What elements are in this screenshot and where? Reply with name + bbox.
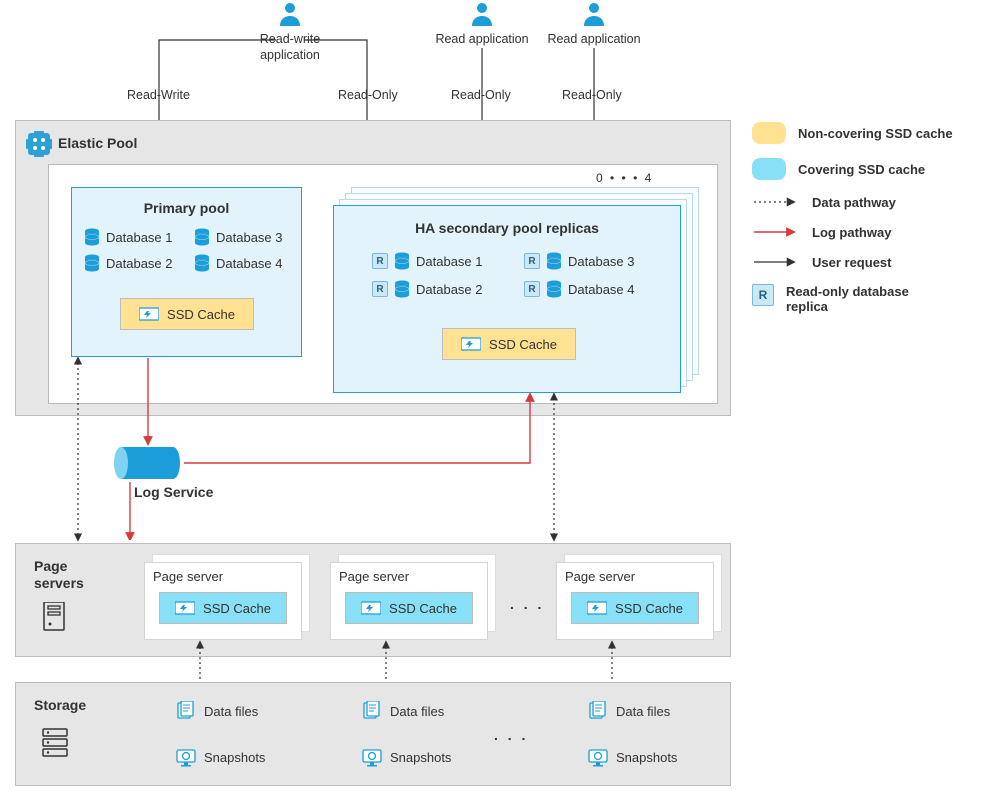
db-replica-item: RDatabase 4	[524, 280, 635, 298]
legend-data-pathway: Data pathway	[752, 194, 972, 210]
page-server-label: Page server	[557, 563, 713, 584]
ellipsis: . . .	[510, 596, 544, 612]
snapshots-item: Snapshots	[362, 747, 451, 767]
snapshots-item: Snapshots	[176, 747, 265, 767]
database-icon	[84, 228, 100, 246]
legend-ro-replica: R Read-only database replica	[752, 284, 972, 314]
primary-pool-title: Primary pool	[72, 200, 301, 216]
snapshot-icon	[176, 747, 196, 767]
ssd-cache-cov: SSD Cache	[345, 592, 473, 624]
user-icon	[276, 0, 304, 28]
db-item: Database 2	[84, 254, 173, 272]
data-files-item: Data files	[176, 701, 258, 721]
page-server-card: Page server SSD Cache	[144, 562, 302, 640]
mode-ro-2: Read-Only	[562, 88, 622, 102]
legend-noncov: Non-covering SSD cache	[752, 122, 972, 144]
storage-icon	[42, 727, 68, 757]
r-badge: R	[752, 284, 774, 306]
user-r1-label: Read application	[432, 32, 532, 48]
database-icon	[394, 280, 410, 298]
log-service-icon	[113, 446, 181, 480]
storage-title: Storage	[34, 697, 86, 713]
db-replica-item: RDatabase 2	[372, 280, 483, 298]
page-server-label: Page server	[331, 563, 487, 584]
cache-icon	[139, 306, 159, 322]
elastic-inner: Primary pool Database 1 Database 2 Datab…	[48, 164, 718, 404]
primary-pool: Primary pool Database 1 Database 2 Datab…	[71, 187, 302, 357]
elastic-pool-icon	[26, 131, 52, 157]
legend-user-request: User request	[752, 254, 972, 270]
user-r2-label: Read application	[544, 32, 644, 48]
page-servers-title: Page servers	[34, 558, 104, 592]
db-replica-item: RDatabase 3	[524, 252, 635, 270]
database-icon	[546, 252, 562, 270]
arrow-dotted-icon	[752, 194, 800, 210]
storage-panel: Storage Data files Snapshots Data files …	[15, 682, 731, 786]
page-server-card: Page server SSD Cache	[556, 562, 714, 640]
legend-cov: Covering SSD cache	[752, 158, 972, 180]
swatch-cov	[752, 158, 786, 180]
data-files-item: Data files	[362, 701, 444, 721]
secondary-pool: HA secondary pool replicas RDatabase 1 R…	[333, 205, 681, 393]
elastic-pool-title: Elastic Pool	[58, 135, 137, 151]
r-badge: R	[524, 281, 540, 297]
snapshots-item: Snapshots	[588, 747, 677, 767]
cache-icon	[361, 600, 381, 616]
swatch-noncov	[752, 122, 786, 144]
database-icon	[546, 280, 562, 298]
r-badge: R	[372, 281, 388, 297]
user-icon	[468, 0, 496, 28]
server-icon	[42, 602, 68, 632]
mode-rw: Read-Write	[127, 88, 190, 102]
ssd-cache-secondary: SSD Cache	[442, 328, 576, 360]
database-icon	[194, 254, 210, 272]
mode-ro-1: Read-Only	[451, 88, 511, 102]
database-icon	[394, 252, 410, 270]
arrow-solid-icon	[752, 254, 800, 270]
file-icon	[588, 701, 608, 721]
database-icon	[84, 254, 100, 272]
secondary-pool-title: HA secondary pool replicas	[334, 220, 680, 236]
mode-ro-from-rw: Read-Only	[338, 88, 398, 102]
ssd-cache-cov: SSD Cache	[159, 592, 287, 624]
cache-icon	[461, 336, 481, 352]
r-badge: R	[524, 253, 540, 269]
replica-range: 0 • • • 4	[596, 171, 676, 185]
page-servers-panel: Page servers Page server SSD Cache Page …	[15, 543, 731, 657]
cache-icon	[587, 600, 607, 616]
legend-log-pathway: Log pathway	[752, 224, 972, 240]
db-item: Database 3	[194, 228, 283, 246]
db-replica-item: RDatabase 1	[372, 252, 483, 270]
snapshot-icon	[588, 747, 608, 767]
legend: Non-covering SSD cache Covering SSD cach…	[752, 122, 972, 314]
user-icon	[580, 0, 608, 28]
log-service-label: Log Service	[134, 484, 213, 500]
ssd-cache-cov: SSD Cache	[571, 592, 699, 624]
elastic-pool-panel: Elastic Pool Primary pool Database 1 Dat…	[15, 120, 731, 416]
r-badge: R	[372, 253, 388, 269]
ssd-cache-primary: SSD Cache	[120, 298, 254, 330]
file-icon	[176, 701, 196, 721]
data-files-item: Data files	[588, 701, 670, 721]
cache-icon	[175, 600, 195, 616]
page-server-card: Page server SSD Cache	[330, 562, 488, 640]
db-item: Database 1	[84, 228, 173, 246]
db-item: Database 4	[194, 254, 283, 272]
ellipsis: . . .	[494, 727, 528, 743]
file-icon	[362, 701, 382, 721]
database-icon	[194, 228, 210, 246]
snapshot-icon	[362, 747, 382, 767]
arrow-red-icon	[752, 224, 800, 240]
user-rw-label: Read-write application	[244, 32, 336, 63]
page-server-label: Page server	[145, 563, 301, 584]
